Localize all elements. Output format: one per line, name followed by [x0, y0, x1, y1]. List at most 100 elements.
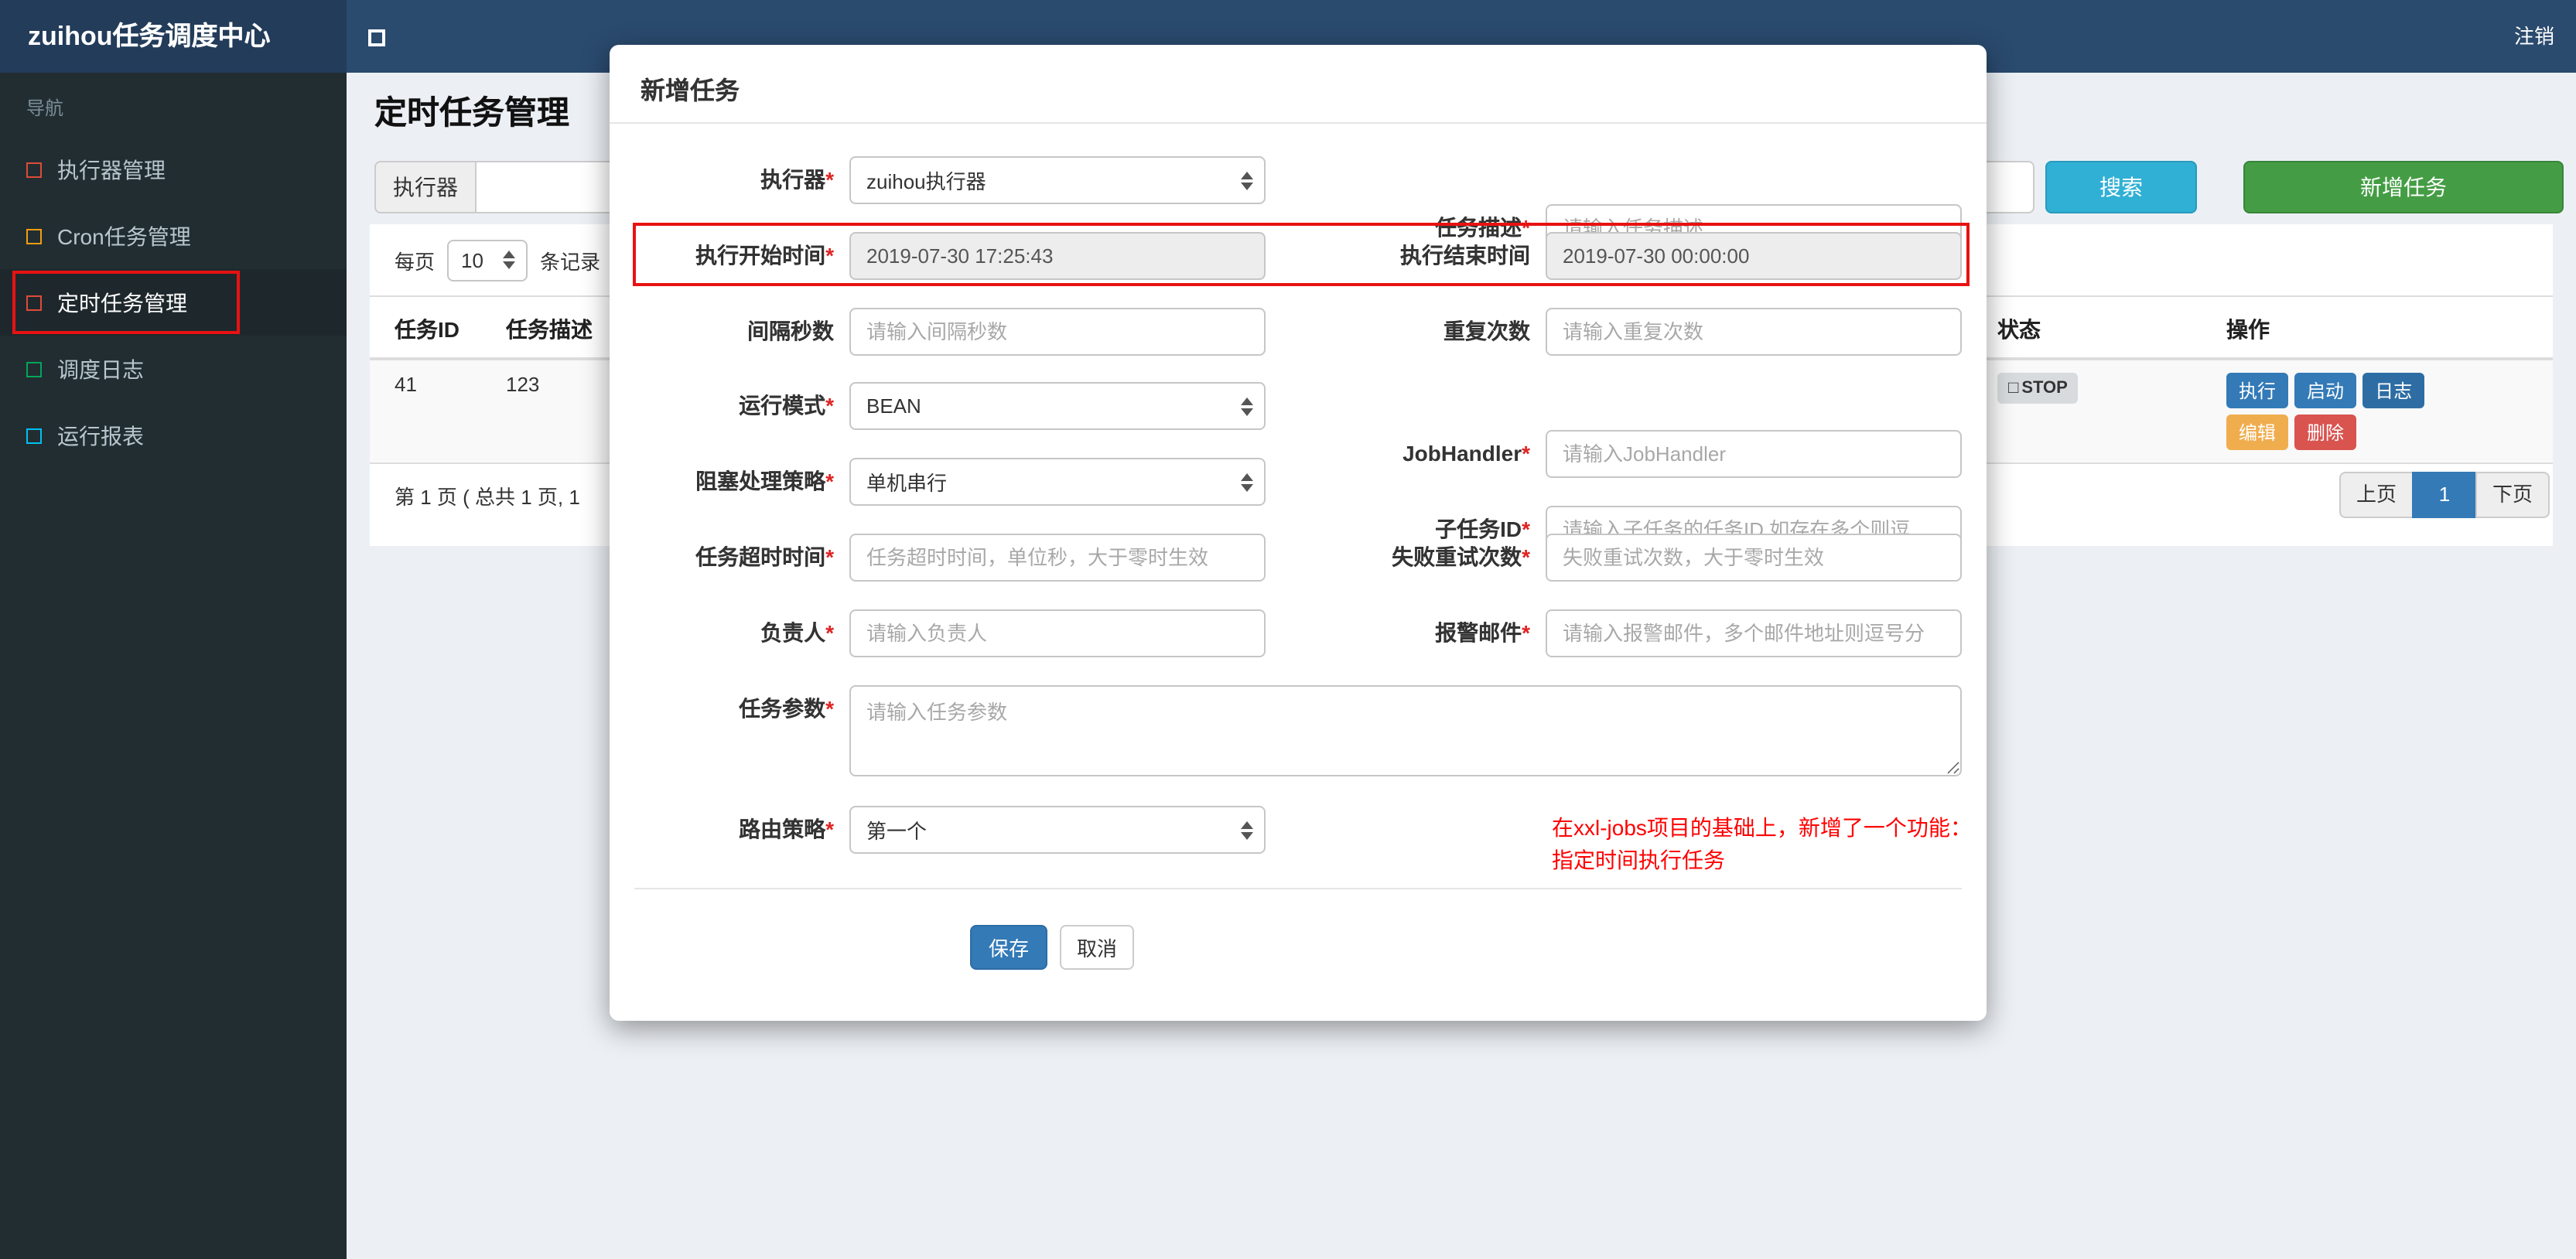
- square-outline-icon: [26, 361, 42, 377]
- timeout-input[interactable]: [849, 534, 1266, 582]
- required-star: *: [825, 544, 834, 569]
- per-page-suffix: 条记录: [540, 250, 601, 273]
- required-star: *: [825, 393, 834, 418]
- route-strategy-select[interactable]: 第一个: [849, 806, 1266, 854]
- logout-link[interactable]: 注销: [2514, 0, 2554, 73]
- add-job-modal: 新增任务 执行器* zuihou执行器 任务描述* 执行开始时间* 执行结束时间…: [610, 45, 1987, 1021]
- required-star: *: [825, 469, 834, 493]
- executor-filter-label: 执行器: [374, 161, 477, 213]
- current-page-button[interactable]: 1: [2411, 472, 2477, 518]
- form-row: 运行模式* BEAN JobHandler*: [610, 382, 1987, 478]
- square-outline-icon: [26, 228, 42, 244]
- sidebar-item-run-report[interactable]: 运行报表: [0, 402, 347, 469]
- select-arrows-icon: [503, 251, 516, 269]
- run-mode-label: 运行模式*: [739, 393, 834, 418]
- sidebar-item-label: 定时任务管理: [57, 290, 187, 315]
- stop-square-icon: □: [2008, 379, 2019, 397]
- route-strategy-label: 路由策略*: [739, 817, 834, 841]
- job-params-label: 任务参数*: [739, 696, 834, 721]
- status-text: STOP: [2021, 379, 2068, 397]
- sidebar-toggle[interactable]: [368, 25, 393, 49]
- required-star: *: [825, 696, 834, 721]
- sidebar-toggle-icon: [368, 29, 385, 46]
- interval-seconds-label: 间隔秒数: [747, 319, 834, 343]
- cancel-button[interactable]: 取消: [1060, 925, 1134, 970]
- block-strategy-select-value: 单机串行: [866, 472, 948, 495]
- block-strategy-select[interactable]: 单机串行: [849, 458, 1266, 506]
- alarm-email-label: 报警邮件*: [1435, 620, 1530, 645]
- block-strategy-label: 阻塞处理策略*: [695, 469, 834, 493]
- run-button[interactable]: 执行: [2226, 373, 2289, 408]
- form-row-highlighted: 执行开始时间* 执行结束时间: [610, 232, 1987, 280]
- modal-footer-divider: [634, 888, 1962, 889]
- actions-cell: 执行 启动 日志 编辑 删除: [2226, 373, 2435, 450]
- status-cell: □ STOP: [1997, 373, 2226, 450]
- page-title: 定时任务管理: [374, 96, 569, 131]
- status-badge: □ STOP: [1997, 373, 2079, 404]
- column-header-task-id: 任务ID: [395, 317, 460, 342]
- required-star: *: [825, 817, 834, 841]
- start-time-input[interactable]: [849, 232, 1266, 280]
- alarm-email-input[interactable]: [1546, 609, 1962, 657]
- prev-page-button[interactable]: 上页: [2339, 472, 2414, 518]
- form-row: 执行器* zuihou执行器 任务描述*: [610, 156, 1987, 252]
- sidebar-item-label: Cron任务管理: [57, 223, 191, 248]
- sidebar-item-executor-manage[interactable]: 执行器管理: [0, 136, 347, 203]
- required-star: *: [825, 620, 834, 645]
- run-mode-select-value: BEAN: [866, 394, 921, 418]
- sidebar-item-label: 运行报表: [57, 423, 144, 448]
- edit-button[interactable]: 编辑: [2226, 415, 2289, 450]
- log-button[interactable]: 日志: [2362, 373, 2425, 408]
- form-row: 阻塞处理策略* 单机串行 子任务ID*: [610, 458, 1987, 554]
- job-params-textarea[interactable]: [849, 685, 1962, 776]
- modal-title: 新增任务: [641, 79, 740, 105]
- select-arrows-icon: [1241, 171, 1253, 189]
- square-outline-icon: [26, 295, 42, 310]
- required-star: *: [825, 243, 834, 268]
- timeout-label: 任务超时时间*: [695, 544, 834, 569]
- pagination: 上页 1 下页: [2339, 472, 2550, 518]
- brand-logo[interactable]: zuihou任务调度中心: [0, 0, 347, 73]
- repeat-count-input[interactable]: [1546, 308, 1962, 356]
- per-page-select[interactable]: 10: [447, 239, 528, 281]
- fail-retry-label: 失败重试次数*: [1392, 544, 1530, 569]
- fail-retry-input[interactable]: [1546, 534, 1962, 582]
- interval-seconds-input[interactable]: [849, 308, 1266, 356]
- form-row: 间隔秒数 重复次数: [610, 308, 1987, 356]
- repeat-count-label: 重复次数: [1443, 319, 1530, 343]
- form-row: 任务超时时间* 失败重试次数*: [610, 534, 1987, 582]
- feature-note-text: 在xxl-jobs项目的基础上，新增了一个功能： 指定时间执行任务: [1552, 812, 1972, 877]
- sidebar-nav-header: 导航: [26, 97, 64, 119]
- sidebar-item-schedule-log[interactable]: 调度日志: [0, 336, 347, 402]
- per-page-label: 每页: [395, 250, 436, 273]
- modal-header: 新增任务: [610, 45, 1987, 124]
- column-header-actions: 操作: [2226, 317, 2270, 342]
- executor-label: 执行器*: [760, 167, 834, 192]
- add-job-button[interactable]: 新增任务: [2243, 161, 2564, 213]
- select-arrows-icon: [1241, 821, 1253, 839]
- feature-note-line2: 指定时间执行任务: [1552, 848, 1725, 872]
- select-arrows-icon: [1241, 397, 1253, 415]
- sidebar-item-cron-job[interactable]: Cron任务管理: [0, 203, 347, 269]
- save-button[interactable]: 保存: [970, 925, 1047, 970]
- executor-select[interactable]: zuihou执行器: [849, 156, 1266, 204]
- sidebar: 导航 执行器管理 Cron任务管理 定时任务管理 调度日志 运行报表: [0, 73, 347, 1259]
- search-button[interactable]: 搜索: [2045, 161, 2197, 213]
- route-strategy-select-value: 第一个: [866, 820, 928, 843]
- required-star: *: [1522, 544, 1530, 569]
- task-id-cell: 41: [395, 373, 417, 396]
- sidebar-item-timed-job[interactable]: 定时任务管理: [0, 269, 347, 336]
- delete-button[interactable]: 删除: [2294, 415, 2357, 450]
- square-outline-icon: [26, 428, 42, 443]
- sidebar-item-label: 执行器管理: [57, 157, 166, 182]
- end-time-input[interactable]: [1546, 232, 1962, 280]
- executor-select-value: zuihou执行器: [866, 170, 986, 193]
- pagination-info: 第 1 页 ( 总共 1 页, 1: [395, 486, 580, 509]
- owner-label: 负责人*: [760, 620, 834, 645]
- square-outline-icon: [26, 162, 42, 177]
- owner-input[interactable]: [849, 609, 1266, 657]
- run-mode-select[interactable]: BEAN: [849, 382, 1266, 430]
- start-button[interactable]: 启动: [2294, 373, 2357, 408]
- per-page-control: 每页 10 条记录: [395, 237, 600, 283]
- next-page-button[interactable]: 下页: [2475, 472, 2550, 518]
